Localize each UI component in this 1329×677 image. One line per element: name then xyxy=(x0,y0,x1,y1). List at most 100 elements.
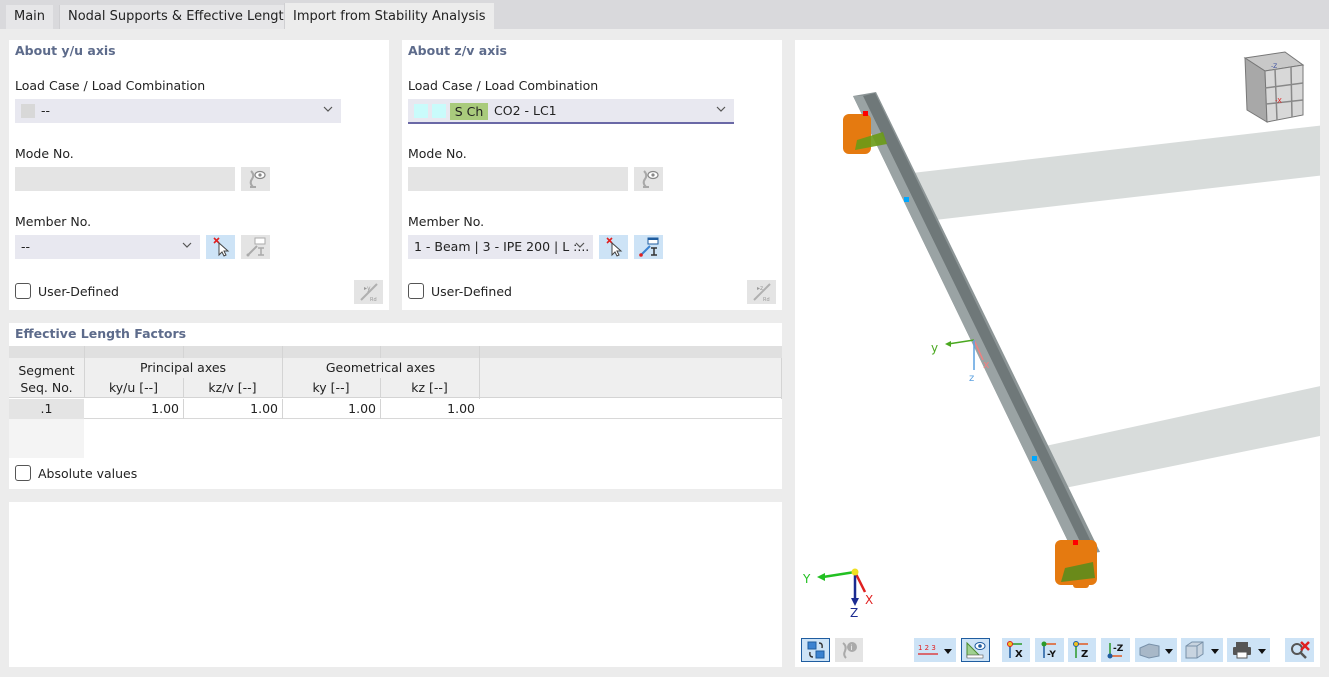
visibility-button[interactable] xyxy=(961,638,990,662)
about-y-panel: About y/u axis Load Case / Load Combinat… xyxy=(9,40,389,310)
user-defined-edit-button-y[interactable]: ▸y Rd xyxy=(354,280,383,304)
column-divider xyxy=(183,346,184,358)
mode-input-y[interactable] xyxy=(15,167,235,191)
svg-text:-Z: -Z xyxy=(1113,644,1124,654)
dropdown-arrow-icon xyxy=(1257,649,1266,654)
member-label: Member No. xyxy=(408,214,485,229)
mode-shape-eye-icon xyxy=(249,170,266,188)
member-select-z[interactable]: 1 - Beam | 3 - IPE 200 | L :... xyxy=(408,235,593,259)
node-marker xyxy=(1073,540,1078,545)
tab-import-stability[interactable]: Import from Stability Analysis xyxy=(284,3,494,29)
view-z-icon: Z xyxy=(1073,641,1088,660)
view-minus-y-button[interactable]: -Y xyxy=(1035,638,1064,662)
view-minus-y-icon: -Y xyxy=(1041,641,1056,660)
effective-length-title: Effective Length Factors xyxy=(15,326,187,341)
member-section-button-y[interactable] xyxy=(241,235,270,259)
printer-icon xyxy=(1232,642,1266,659)
color-swatch xyxy=(432,104,446,118)
kz-v-header: kz/v [--] xyxy=(208,380,257,395)
load-case-select-z[interactable]: S Ch CO2 - LC1 xyxy=(408,99,734,124)
about-z-panel: About z/v axis Load Case / Load Combinat… xyxy=(402,40,782,310)
load-type-tag: S Ch xyxy=(450,103,488,120)
mode-input-z[interactable] xyxy=(408,167,628,191)
table-top-band xyxy=(9,346,782,358)
column-divider xyxy=(84,346,85,398)
ky-u-cell[interactable]: 1.00 xyxy=(84,401,179,416)
seq-cell: .1 xyxy=(9,399,84,419)
table-header: Segment Seq. No. Principal axes Geometri… xyxy=(9,358,782,398)
view-x-icon: X xyxy=(1007,641,1023,660)
tab-main[interactable]: Main xyxy=(6,5,54,29)
user-defined-edit-button-z[interactable]: ▸z Rd xyxy=(747,280,776,304)
info-icon: i xyxy=(842,642,857,659)
table-row[interactable]: .1 1.00 1.00 1.00 1.00 xyxy=(9,399,782,419)
cross-beam-top xyxy=(895,125,1320,220)
column-divider xyxy=(380,378,381,398)
reset-zoom-button[interactable] xyxy=(1285,638,1314,662)
view-cube[interactable]: -Z -X xyxy=(1243,51,1305,123)
absolute-values-checkbox[interactable] xyxy=(15,465,31,481)
show-mode-button-y[interactable] xyxy=(241,167,270,191)
dropdown-arrow-icon xyxy=(1211,649,1219,654)
cell-divider xyxy=(183,399,184,419)
info-button[interactable]: i xyxy=(835,638,863,662)
user-defined-checkbox-y[interactable] xyxy=(15,283,31,299)
print-button[interactable] xyxy=(1227,638,1270,662)
pick-member-button-y[interactable] xyxy=(206,235,235,259)
segment-header: Segment xyxy=(18,363,75,378)
load-case-value: -- xyxy=(41,103,51,118)
show-mode-button-z[interactable] xyxy=(634,167,663,191)
cross-beam-bottom xyxy=(1027,386,1320,490)
sync-view-button[interactable] xyxy=(801,638,830,662)
buckling-length-icon: ▸z Rd xyxy=(752,283,771,303)
transparency-button[interactable] xyxy=(1181,638,1223,662)
sync-view-icon xyxy=(807,641,824,659)
ruler-eye-icon xyxy=(966,641,985,659)
user-defined-checkbox-z[interactable] xyxy=(408,283,424,299)
member-label: Member No. xyxy=(15,214,92,229)
member-value: -- xyxy=(21,239,31,254)
tab-bar: Main Nodal Supports & Effective Lengths … xyxy=(0,0,1329,29)
select-cursor-icon xyxy=(212,237,229,257)
node-marker xyxy=(863,111,868,116)
member-section-icon xyxy=(638,237,658,257)
view-x-button[interactable]: X xyxy=(1002,638,1030,662)
numbering-icon: 1 2 3 xyxy=(918,644,952,655)
dropdown-arrow-icon xyxy=(944,649,952,654)
buckling-length-icon: ▸y Rd xyxy=(359,283,378,303)
user-defined-label: User-Defined xyxy=(431,284,512,299)
svg-text:Rd: Rd xyxy=(763,297,770,303)
viewport-toolbar: i 1 2 3 X -Y Z -Z xyxy=(795,633,1320,667)
local-z-label: z xyxy=(969,373,974,384)
member-section-button-z[interactable] xyxy=(634,235,663,259)
ky-cell[interactable]: 1.00 xyxy=(282,401,376,416)
kz-cell[interactable]: 1.00 xyxy=(380,401,475,416)
cell-divider xyxy=(282,399,283,419)
render-mode-button[interactable] xyxy=(1135,638,1177,662)
view-minus-z-button[interactable]: -Z xyxy=(1101,638,1130,662)
member-section-icon xyxy=(246,237,265,257)
color-swatch xyxy=(21,104,35,118)
pick-member-button-z[interactable] xyxy=(599,235,628,259)
svg-text:Rd: Rd xyxy=(370,297,377,303)
numbering-button[interactable]: 1 2 3 xyxy=(914,638,956,662)
global-y-label: Y xyxy=(802,572,811,586)
color-swatch xyxy=(414,104,428,118)
node-marker xyxy=(1032,456,1037,461)
column-divider xyxy=(183,378,184,398)
info-panel xyxy=(9,502,782,667)
view-minus-z-icon: -Z xyxy=(1107,643,1124,659)
cell-divider xyxy=(380,399,381,419)
3d-viewport[interactable]: y x z Y X Z -Z -X xyxy=(795,40,1320,633)
kz-header: kz [--] xyxy=(411,380,448,395)
user-defined-label: User-Defined xyxy=(38,284,119,299)
kz-v-cell[interactable]: 1.00 xyxy=(183,401,278,416)
member-select-y[interactable]: -- xyxy=(15,235,200,259)
svg-text:▸z: ▸z xyxy=(757,285,763,292)
svg-text:i: i xyxy=(851,644,853,652)
tab-nodal-supports[interactable]: Nodal Supports & Effective Lengths xyxy=(59,5,307,29)
load-case-select-y[interactable]: -- xyxy=(15,99,341,123)
row-header-empty xyxy=(9,419,84,458)
mode-label: Mode No. xyxy=(408,146,467,161)
view-z-button[interactable]: Z xyxy=(1068,638,1096,662)
